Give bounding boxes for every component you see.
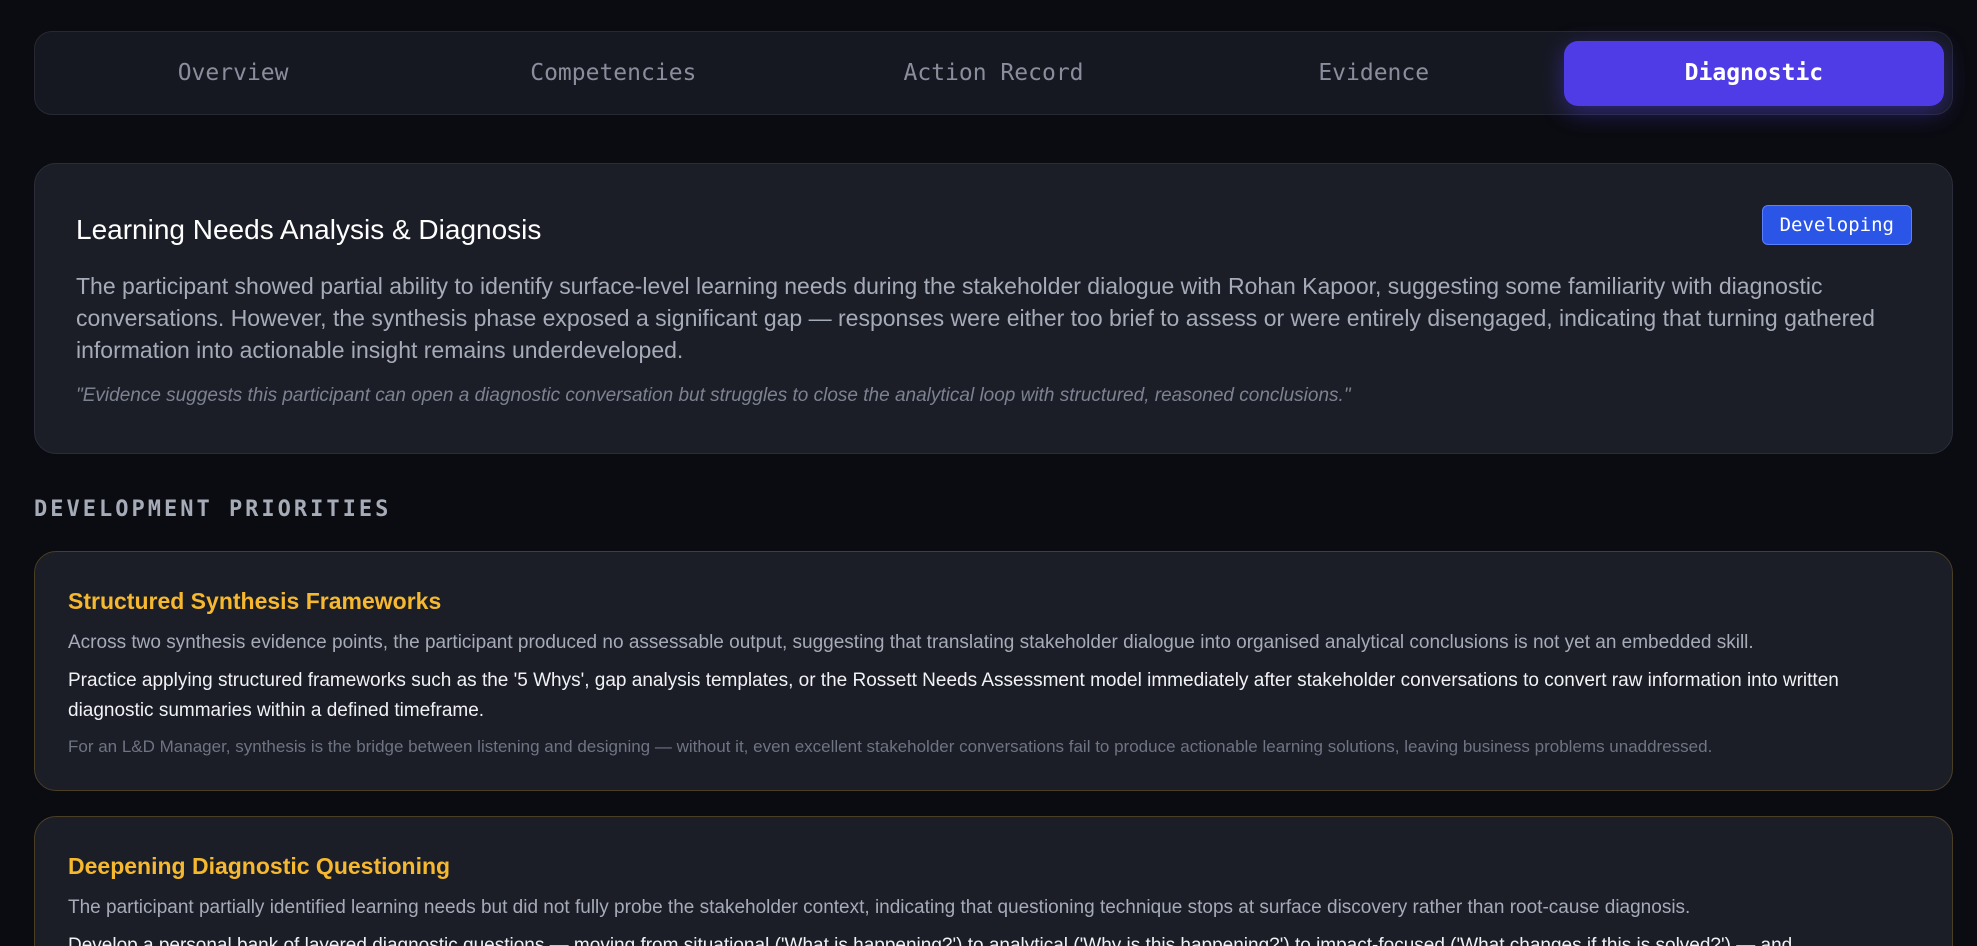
summary-quote: "Evidence suggests this participant can … (76, 385, 1351, 406)
summary-text: The participant showed partial ability t… (76, 273, 1875, 363)
priority-card: Deepening Diagnostic Questioning The par… (34, 816, 1953, 946)
tab-overview[interactable]: Overview (43, 41, 423, 106)
tab-bar: Overview Competencies Action Record Evid… (34, 31, 1953, 115)
tab-competencies[interactable]: Competencies (423, 41, 803, 106)
tab-diagnostic[interactable]: Diagnostic (1563, 40, 1945, 106)
priority-title: Deepening Diagnostic Questioning (68, 853, 451, 879)
priority-title: Structured Synthesis Frameworks (68, 588, 442, 614)
priority-card: Structured Synthesis Frameworks Across t… (34, 551, 1953, 791)
diagnostic-summary-card: Learning Needs Analysis & Diagnosis Deve… (34, 163, 1953, 454)
status-badge: Developing (1761, 205, 1912, 245)
priority-observation: The participant partially identified lea… (68, 897, 1691, 918)
tab-action-record[interactable]: Action Record (803, 41, 1183, 106)
tab-evidence[interactable]: Evidence (1184, 41, 1564, 106)
priority-action: Develop a personal bank of layered diagn… (68, 935, 1793, 946)
development-priorities-heading: DEVELOPMENT PRIORITIES (34, 497, 392, 522)
competency-title: Learning Needs Analysis & Diagnosis (76, 214, 542, 245)
priority-rationale: For an L&D Manager, synthesis is the bri… (68, 737, 1713, 756)
priority-observation: Across two synthesis evidence points, th… (68, 632, 1754, 653)
priority-action: Practice applying structured frameworks … (68, 670, 1839, 721)
